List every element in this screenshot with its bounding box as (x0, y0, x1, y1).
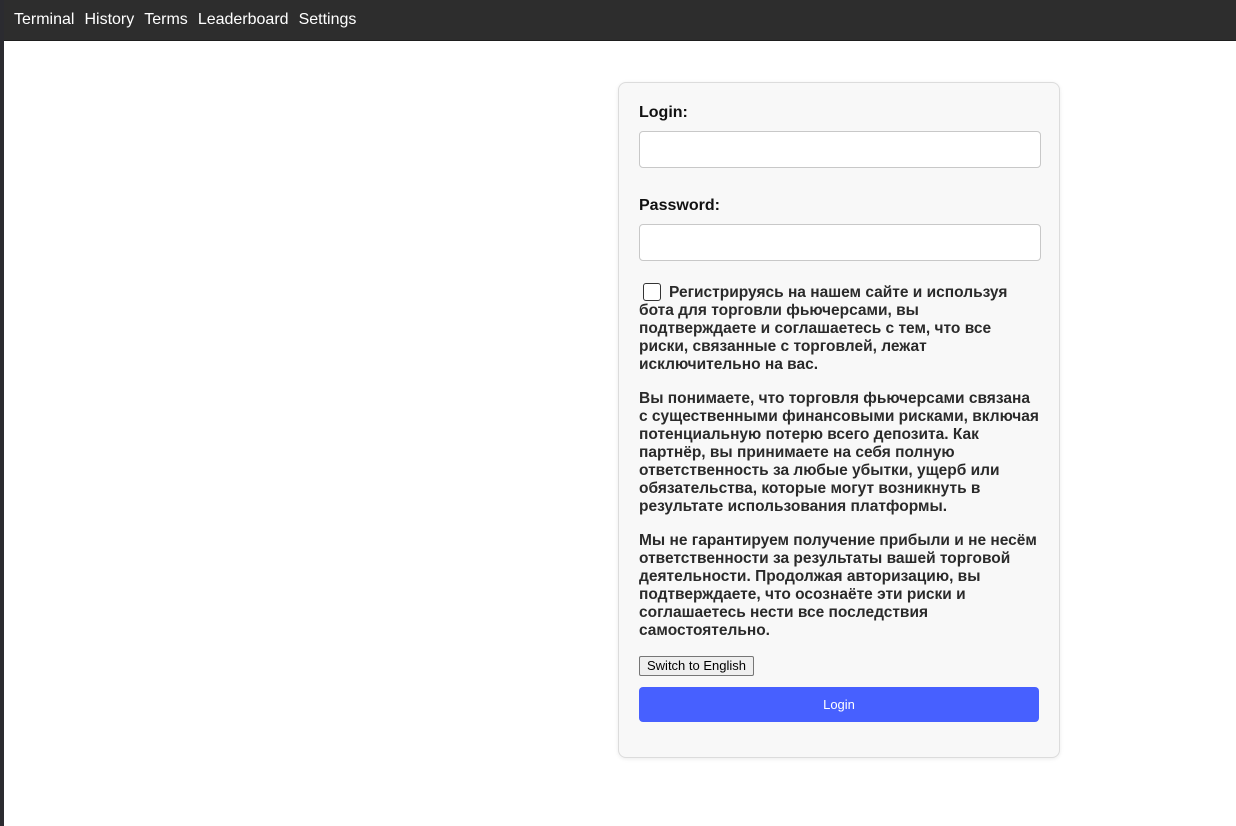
left-edge-strip (0, 0, 4, 826)
terms-paragraph-1: Регистрируясь на нашем сайте и используя… (639, 283, 1039, 374)
terms-checkbox[interactable] (643, 283, 661, 301)
password-input[interactable] (639, 224, 1041, 261)
switch-language-button[interactable]: Switch to English (639, 656, 754, 676)
top-navbar: Terminal History Terms Leaderboard Setti… (4, 0, 1236, 41)
terms-paragraph-3: Мы не гарантируем получение прибыли и не… (639, 532, 1037, 639)
password-label: Password: (639, 197, 720, 214)
nav-item-terms[interactable]: Terms (144, 11, 188, 29)
terms-paragraph-1-text: Регистрируясь на нашем сайте и используя… (639, 284, 1008, 373)
terms-paragraph-2: Вы понимаете, что торговля фьючерсами св… (639, 390, 1039, 515)
login-label: Login: (639, 104, 688, 121)
nav-item-leaderboard[interactable]: Leaderboard (198, 11, 289, 29)
terms-text: Регистрируясь на нашем сайте и используя… (639, 283, 1039, 640)
login-card: Login: Password: Регистрируясь на нашем … (618, 82, 1060, 758)
nav-item-terminal[interactable]: Terminal (14, 11, 74, 29)
login-input[interactable] (639, 131, 1041, 168)
login-button[interactable]: Login (639, 687, 1039, 722)
nav-item-history[interactable]: History (84, 11, 134, 29)
nav-item-settings[interactable]: Settings (299, 11, 357, 29)
